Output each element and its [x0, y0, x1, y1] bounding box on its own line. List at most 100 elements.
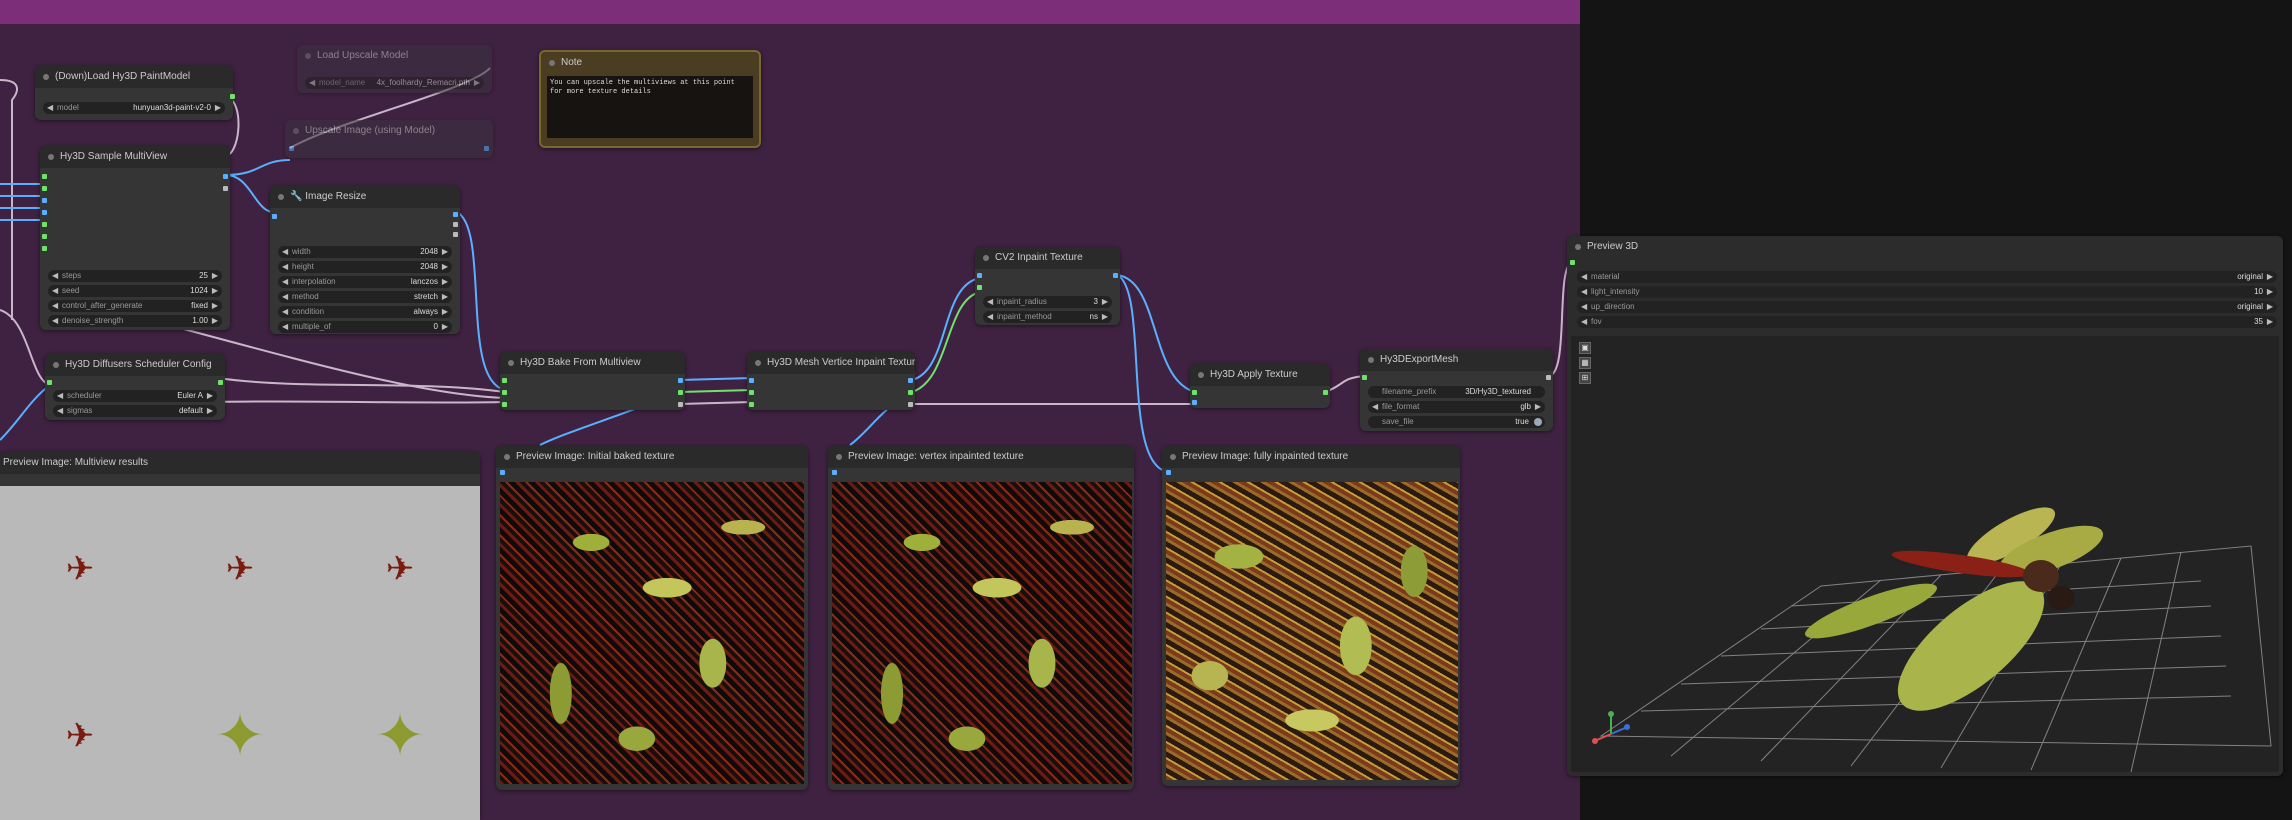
input-slot[interactable] [1192, 390, 1197, 395]
input-slot[interactable] [47, 380, 52, 385]
vertex-texture-image[interactable] [832, 482, 1132, 784]
top-menu-bar[interactable] [0, 0, 1580, 24]
output-slot[interactable] [678, 378, 683, 383]
output-slot[interactable] [1546, 375, 1551, 380]
output-slot[interactable] [484, 146, 489, 151]
node-load-upscale-model[interactable]: Load Upscale Model ◀ model_name 4x_foolh… [297, 45, 492, 93]
node-apply-texture[interactable]: Hy3D Apply Texture [1190, 364, 1330, 408]
seed-widget[interactable]: ◀ seed 1024 ▶ [48, 285, 222, 297]
input-slot[interactable] [749, 402, 754, 407]
output-slot[interactable] [908, 390, 913, 395]
input-slot[interactable] [42, 210, 47, 215]
interpolation-widget[interactable]: ◀ interpolation lanczos ▶ [278, 276, 452, 288]
method-widget[interactable]: ◀ method stretch ▶ [278, 291, 452, 303]
note-text[interactable]: You can upscale the multiviews at this p… [547, 76, 753, 138]
output-slot[interactable] [453, 212, 458, 217]
scheduler-widget[interactable]: ◀ scheduler Euler A ▶ [53, 390, 217, 402]
output-slot[interactable] [453, 222, 458, 227]
input-slot[interactable] [272, 214, 277, 219]
node-preview-3d[interactable]: Preview 3D ◀ material original ▶ ◀ light_int… [1567, 236, 2283, 776]
height-widget[interactable]: ◀ height 2048 ▶ [278, 261, 452, 273]
output-slot[interactable] [1113, 273, 1118, 278]
input-slot[interactable] [42, 222, 47, 227]
input-slot[interactable] [977, 273, 982, 278]
node-preview-multiview[interactable]: Preview Image: Multiview results ✈ ✈ ✈ ✈… [0, 452, 480, 820]
condition-widget[interactable]: ◀ condition always ▶ [278, 306, 452, 318]
3d-viewport[interactable]: ▣ ▦ ⊞ [1571, 336, 2279, 772]
model-name-combo[interactable]: ◀ model_name 4x_foolhardy_Remacri.pth ▶ [305, 77, 484, 89]
widget-value: stretch [413, 292, 438, 301]
steps-widget[interactable]: ◀ steps 25 ▶ [48, 270, 222, 282]
multiple-of-widget[interactable]: ◀ multiple_of 0 ▶ [278, 321, 452, 333]
multiview-image-grid[interactable]: ✈ ✈ ✈ ✈ ✦ ✦ [0, 486, 480, 820]
output-slot[interactable] [223, 186, 228, 191]
input-slot[interactable] [977, 285, 982, 290]
sigmas-widget[interactable]: ◀ sigmas default ▶ [53, 405, 217, 417]
input-slot[interactable] [42, 246, 47, 251]
node-load-paint-model[interactable]: (Down)Load Hy3D PaintModel ◀ model hunyu… [35, 66, 235, 120]
inpaint-method-widget[interactable]: ◀ inpaint_method ns ▶ [983, 311, 1112, 323]
node-image-resize[interactable]: 🔧 Image Resize ◀ width 2048 ▶ ◀ height 2048 ▶ … [270, 186, 460, 334]
node-title: Preview Image: fully inpainted texture [1182, 451, 1349, 462]
width-widget[interactable]: ◀ width 2048 ▶ [278, 246, 452, 258]
file-format-widget[interactable]: ◀ file_format glb ▶ [1368, 401, 1545, 413]
light-intensity-widget[interactable]: ◀ light_intensity 10 ▶ [1577, 286, 2277, 298]
inpaint-radius-widget[interactable]: ◀ inpaint_radius 3 ▶ [983, 296, 1112, 308]
output-slot[interactable] [908, 378, 913, 383]
node-preview-vertex[interactable]: Preview Image: vertex inpainted texture [828, 446, 1134, 790]
output-slot[interactable] [223, 174, 228, 179]
arrow-left-icon[interactable]: ◀ [47, 102, 53, 114]
node-scheduler-config[interactable]: Hy3D Diffusers Scheduler Config ◀ schedul… [45, 354, 225, 420]
input-slot[interactable] [1570, 260, 1575, 265]
denoise-strength-widget[interactable]: ◀ denoise_strength 1.00 ▶ [48, 315, 222, 327]
widget-label: control_after_generate [62, 301, 143, 310]
input-slot[interactable] [42, 174, 47, 179]
input-slot[interactable] [1192, 400, 1197, 405]
input-slot[interactable] [832, 470, 837, 475]
input-slot[interactable] [1166, 470, 1171, 475]
node-preview-full[interactable]: Preview Image: fully inpainted texture [1162, 446, 1460, 786]
model-combo[interactable]: ◀ model hunyuan3d-paint-v2-0 ▶ [43, 102, 225, 114]
node-sample-multiview[interactable]: Hy3D Sample MultiView ◀ steps 25 ▶ ◀ seed 102… [40, 146, 230, 330]
node-export-mesh[interactable]: Hy3DExportMesh filename_prefix 3D/Hy3D_te… [1360, 349, 1553, 431]
full-texture-image[interactable] [1166, 482, 1458, 780]
output-slot[interactable] [678, 402, 683, 407]
input-slot[interactable] [749, 378, 754, 383]
node-note[interactable]: Note You can upscale the multiviews at t… [539, 50, 761, 148]
output-slot[interactable] [1323, 390, 1328, 395]
node-bake-multiview[interactable]: Hy3D Bake From Multiview [500, 352, 685, 410]
widget-label: interpolation [292, 277, 336, 286]
input-slot[interactable] [289, 146, 294, 151]
filename-prefix-widget[interactable]: filename_prefix 3D/Hy3D_textured [1368, 386, 1545, 398]
widget-label: filename_prefix [1382, 387, 1437, 396]
input-slot[interactable] [502, 378, 507, 383]
input-slot[interactable] [42, 198, 47, 203]
baked-texture-image[interactable] [500, 482, 804, 784]
input-slot[interactable] [42, 234, 47, 239]
save-file-toggle[interactable]: save_file true [1368, 416, 1545, 428]
input-slot[interactable] [502, 402, 507, 407]
output-slot[interactable] [218, 380, 223, 385]
input-slot[interactable] [42, 186, 47, 191]
output-slot[interactable] [230, 94, 235, 99]
node-preview-baked[interactable]: Preview Image: Initial baked texture [496, 446, 808, 790]
input-slot[interactable] [500, 470, 505, 475]
fov-widget[interactable]: ◀ fov 35 ▶ [1577, 316, 2277, 328]
node-title: Load Upscale Model [317, 50, 409, 61]
input-slot[interactable] [1362, 375, 1367, 380]
node-upscale-image[interactable]: Upscale Image (using Model) [285, 120, 493, 158]
control-after-generate-widget[interactable]: ◀ control_after_generate fixed ▶ [48, 300, 222, 312]
node-cv2-inpaint[interactable]: CV2 Inpaint Texture ◀ inpaint_radius 3 ▶ ◀ i… [975, 247, 1120, 325]
up-direction-widget[interactable]: ◀ up_direction original ▶ [1577, 301, 2277, 313]
output-slot[interactable] [908, 402, 913, 407]
collapse-dot-icon[interactable] [43, 74, 49, 80]
input-slot[interactable] [502, 390, 507, 395]
arrow-right-icon[interactable]: ▶ [215, 102, 221, 114]
node-title: (Down)Load Hy3D PaintModel [55, 71, 191, 82]
input-slot[interactable] [749, 390, 754, 395]
output-slot[interactable] [453, 232, 458, 237]
node-vertex-inpaint[interactable]: Hy3D Mesh Vertice Inpaint Texture [747, 352, 915, 410]
widget-label: scheduler [67, 391, 102, 400]
output-slot[interactable] [678, 390, 683, 395]
material-widget[interactable]: ◀ material original ▶ [1577, 271, 2277, 283]
